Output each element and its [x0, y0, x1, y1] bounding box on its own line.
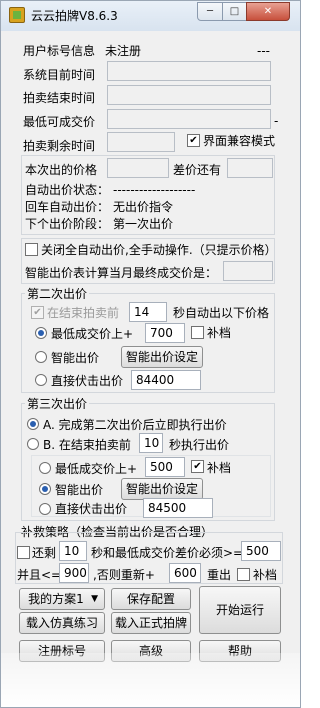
minimize-button[interactable]: ─ [197, 2, 223, 21]
auto-status-label: 自动出价状态： [25, 183, 110, 197]
system-time-label: 系统目前时间 [23, 68, 96, 82]
current-price-label: 本次出的价格 [25, 163, 98, 177]
rescue-supplement-checkbox[interactable] [237, 568, 250, 581]
user-info-label: 用户标号信息 [23, 44, 96, 58]
second-direct-label: 直接伏击出价 [51, 374, 124, 388]
manual-mode-label: 关闭全自动出价,全手动操作.（只提示价格） [41, 243, 277, 257]
auto-status-value: ------------------- [113, 183, 196, 197]
third-direct-label: 直接伏击出价 [55, 502, 128, 516]
min-price-label: 最低可成交价 [23, 115, 96, 129]
third-direct-input[interactable]: 84500 [143, 498, 213, 518]
plan-select[interactable]: 我的方案1 ▼ [19, 588, 105, 610]
manual-mode-checkbox[interactable] [25, 243, 38, 256]
smart-calc-label: 智能出价表计算当月最终成交价是： [25, 266, 218, 280]
min-price-field [107, 109, 271, 129]
third-option-a-label: A. 完成第二次出价后立即执行出价 [43, 418, 227, 432]
third-direct-radio[interactable] [39, 503, 51, 515]
third-supplement-checkbox[interactable]: ✔ [191, 460, 204, 473]
app-window: 云云拍牌V8.6.3 ─ □ ✕ 用户标号信息 未注册 --- 系统目前时间 拍… [0, 0, 301, 708]
compat-mode-label: 界面兼容模式 [203, 134, 276, 148]
second-bid-title: 第二次出价 [25, 286, 90, 302]
system-time-field [107, 61, 271, 81]
second-direct-input[interactable]: 84400 [131, 370, 201, 390]
second-min-plus-radio[interactable] [35, 327, 47, 339]
bottom-fade [1, 653, 300, 707]
third-min-plus-label: 最低成交价上+ [55, 462, 138, 476]
third-option-b-seconds-input[interactable]: 10 [139, 433, 163, 453]
window-title: 云云拍牌V8.6.3 [31, 9, 118, 23]
rescue-reset-label: ,否则重新+ [93, 568, 155, 582]
rescue-supplement-label: 补档 [253, 568, 278, 582]
plan-select-value: 我的方案1 [28, 592, 84, 606]
maximize-button[interactable]: □ [222, 2, 247, 21]
rescue-and-input[interactable]: 900 [59, 563, 89, 583]
second-bid-seconds-input[interactable]: 14 [129, 302, 167, 322]
rescue-diff-input[interactable]: 500 [241, 541, 281, 561]
third-min-plus-radio[interactable] [39, 462, 51, 474]
rescue-and-label: 并且<= [17, 568, 62, 582]
start-button[interactable]: 开始运行 [199, 586, 281, 634]
third-smart-settings-button[interactable]: 智能出价设定 [121, 478, 203, 500]
load-real-button[interactable]: 载入正式拍牌 [111, 612, 191, 634]
rescue-diff-label: 秒和最低成交价差价必须>= [91, 546, 244, 560]
save-config-button[interactable]: 保存配置 [111, 588, 191, 610]
min-price-suffix: - [274, 114, 279, 128]
enter-auto-value: 无出价指令 [113, 200, 174, 214]
third-min-plus-input[interactable]: 500 [145, 457, 185, 477]
enter-auto-label: 回车自动出价： [25, 200, 110, 214]
second-smart-radio[interactable] [35, 351, 47, 363]
second-smart-settings-button[interactable]: 智能出价设定 [121, 346, 203, 368]
second-direct-radio[interactable] [35, 374, 47, 386]
load-sim-button[interactable]: 载入仿真练习 [19, 612, 105, 634]
rescue-remain-label: 还剩 [32, 546, 57, 560]
next-stage-label: 下个出价阶段： [25, 217, 110, 231]
chevron-down-icon: ▼ [91, 594, 98, 604]
second-min-plus-label: 最低成交价上+ [51, 327, 134, 341]
third-option-b-radio[interactable] [27, 438, 39, 450]
diff-label: 差价还有 [173, 163, 222, 177]
user-info-value: 未注册 [105, 44, 142, 58]
user-info-extra: --- [257, 44, 270, 58]
third-option-a-radio[interactable] [27, 418, 39, 430]
at-end-label: 在结束拍卖前 [47, 306, 120, 320]
auction-end-label: 拍卖结束时间 [23, 91, 96, 105]
second-supplement-label: 补档 [207, 326, 232, 340]
third-option-b-suffix: 秒执行出价 [169, 438, 230, 452]
smart-calc-field [223, 261, 273, 281]
second-min-plus-input[interactable]: 700 [145, 323, 185, 343]
rescue-rebid-label: 重出 [207, 568, 232, 582]
rescue-remain-input[interactable]: 10 [59, 541, 87, 561]
rescue-checkbox[interactable] [17, 546, 30, 559]
rescue-reset-input[interactable]: 600 [169, 563, 201, 583]
title-bar: 云云拍牌V8.6.3 ─ □ ✕ [1, 1, 300, 31]
app-logo-icon [9, 7, 25, 23]
second-smart-label: 智能出价 [51, 351, 100, 365]
next-stage-value: 第一次出价 [113, 217, 174, 231]
second-supplement-checkbox[interactable] [191, 326, 204, 339]
close-button[interactable]: ✕ [246, 2, 290, 21]
auction-end-field [107, 85, 271, 105]
third-smart-label: 智能出价 [55, 483, 104, 497]
third-smart-radio[interactable] [39, 483, 51, 495]
remaining-time-label: 拍卖剩余时间 [23, 139, 96, 153]
diff-field [227, 158, 273, 178]
auto-bid-below-label: 秒自动出以下价格 [173, 306, 270, 320]
third-bid-title: 第三次出价 [25, 396, 90, 412]
remaining-time-field [107, 132, 175, 152]
current-price-field [107, 158, 169, 178]
third-option-b-label: B. 在结束拍卖前 [43, 438, 131, 452]
compat-mode-checkbox[interactable]: ✔ [187, 134, 200, 147]
at-end-checkbox[interactable]: ✔ [31, 306, 44, 319]
third-supplement-label: 补档 [207, 461, 232, 475]
